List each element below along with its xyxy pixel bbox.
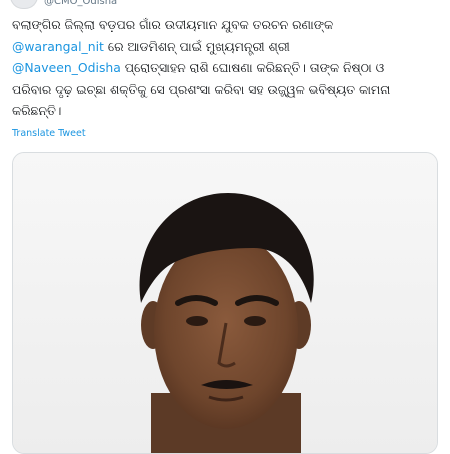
- tweet-text-line-3: @Naveen_Odisha ପ୍ରୋତ୍ସାହନ ରାଶି ଘୋଷଣା କରି…: [12, 57, 442, 79]
- portrait-photo[interactable]: [13, 153, 437, 453]
- tweet-text-line-1: ବଲାଙ୍ଗିର ଜିଲ୍ଲା ବଡ଼ପର ଗାଁର ଉଦୀୟମାନ ଯୁବକ …: [12, 17, 334, 32]
- avatar[interactable]: [10, 0, 38, 9]
- left-eye: [186, 316, 208, 326]
- tweet-text-line-2: @warangal_nit ରେ ଆଡମିଶନ୍ ପାଇଁ ମୁଖ୍ୟମନ୍ତ୍…: [12, 36, 442, 58]
- translate-tweet-link[interactable]: Translate Tweet: [12, 128, 86, 139]
- right-eye: [244, 316, 266, 326]
- author-handle[interactable]: @CMO_Odisha: [44, 0, 117, 8]
- tweet-text: ବଲାଙ୍ଗିର ଜିଲ୍ଲା ବଡ଼ପର ଗାଁର ଉଦୀୟମାନ ଯୁବକ …: [12, 14, 442, 122]
- tweet-text-line-4: ପରିବାର ଦୃଢ଼ ଇଚ୍ଛା ଶକ୍ତିକୁ ସେ ପ୍ରଶଂସା କରି…: [12, 81, 391, 97]
- tweet-text-line-3-rest: ପ୍ରୋତ୍ସାହନ ରାଶି ଘୋଷଣା କରିଛନ୍ତି। ତାଙ୍କ ନି…: [120, 60, 385, 75]
- tweet-text-line-5: କରିଛନ୍ତି।: [12, 103, 62, 118]
- tweet-media-card[interactable]: [12, 152, 438, 454]
- tweet-text-line-2-rest: ରେ ଆଡମିଶନ୍ ପାଇଁ ମୁଖ୍ୟମନ୍ତ୍ରୀ ଶ୍ରୀ: [103, 38, 290, 54]
- author-row: @CMO_Odisha: [10, 0, 117, 9]
- mention-warangal-nit[interactable]: @warangal_nit: [12, 39, 104, 54]
- mention-naveen-odisha[interactable]: @Naveen_Odisha: [12, 60, 121, 75]
